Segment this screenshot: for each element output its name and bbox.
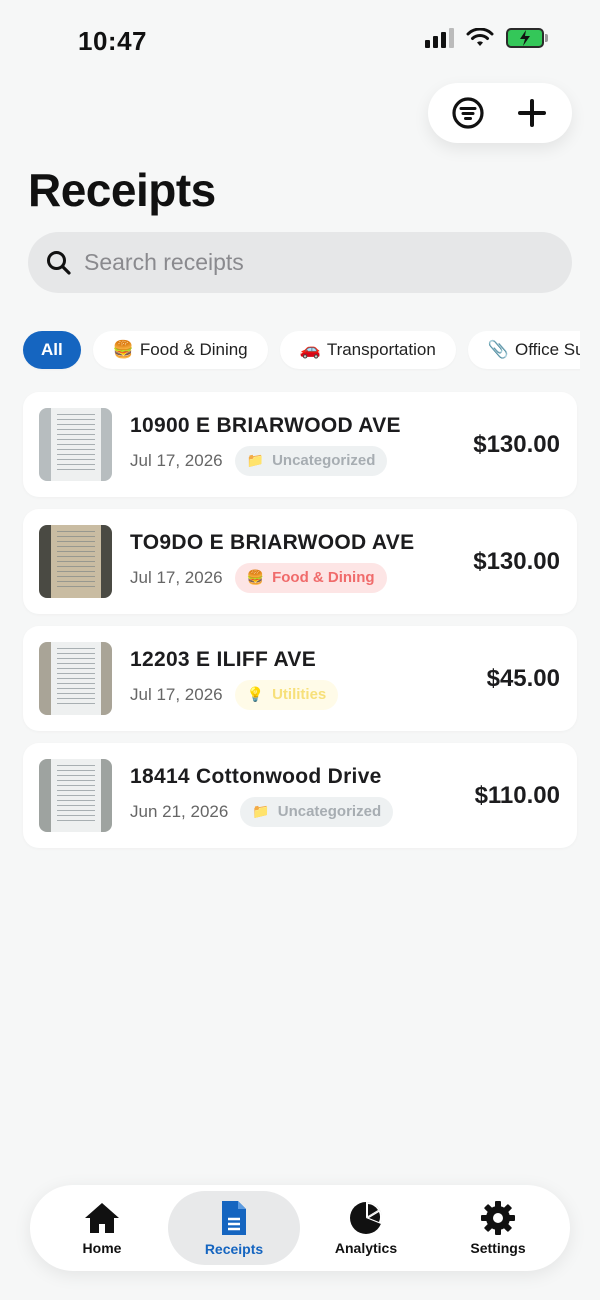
receipt-date: Jul 17, 2026 [130, 450, 223, 470]
tab-home[interactable]: Home [36, 1191, 168, 1265]
burger-icon: 🍔 [112, 340, 134, 359]
tab-label: Home [82, 1240, 122, 1256]
wifi-icon [466, 28, 494, 46]
category-filter-bar: All 🍔 Food & Dining 🚗 Transportation 📎 O… [0, 331, 580, 371]
filter-chip-transportation[interactable]: 🚗 Transportation [279, 331, 456, 369]
page-title: Receipts [28, 164, 216, 216]
receipt-list: 10900 E BRIARWOOD AVE Jul 17, 2026 📁 Unc… [23, 392, 577, 860]
filter-icon [452, 97, 484, 129]
category-label: Food & Dining [272, 569, 375, 586]
tab-label: Receipts [204, 1241, 264, 1257]
receipt-card[interactable]: 18414 Cottonwood Drive Jun 21, 2026 📁 Un… [23, 743, 577, 848]
top-actions [428, 83, 572, 143]
receipt-card[interactable]: 12203 E ILIFF AVE Jul 17, 2026 💡 Utiliti… [23, 626, 577, 731]
car-icon: 🚗 [299, 340, 321, 359]
search-bar[interactable] [28, 232, 572, 293]
category-badge: 📁 Uncategorized [240, 796, 394, 827]
category-badge: 📁 Uncategorized [234, 445, 388, 476]
receipt-amount: $130.00 [473, 547, 560, 575]
category-badge: 🍔 Food & Dining [234, 562, 387, 593]
chip-label: Office Supplies [514, 340, 580, 359]
receipt-card[interactable]: 10900 E BRIARWOOD AVE Jul 17, 2026 📁 Unc… [23, 392, 577, 497]
battery-icon [506, 28, 548, 48]
search-input[interactable] [84, 249, 524, 276]
filter-button[interactable] [443, 88, 493, 138]
receipt-thumbnail [39, 642, 112, 715]
chip-label: Transportation [326, 340, 436, 359]
status-time: 10:47 [78, 26, 147, 56]
status-icons [425, 28, 548, 48]
chip-label: All [41, 340, 63, 359]
receipt-thumbnail [39, 408, 112, 481]
folder-icon: 📁 [252, 803, 270, 819]
bottom-tab-bar: Home Receipts Analytics Settings [30, 1185, 570, 1271]
receipt-date: Jul 17, 2026 [130, 684, 223, 704]
cellular-signal-icon [425, 28, 454, 48]
home-icon [85, 1203, 119, 1233]
folder-icon: 📁 [246, 452, 265, 468]
tab-receipts[interactable]: Receipts [168, 1191, 300, 1265]
receipt-date: Jun 21, 2026 [130, 801, 229, 821]
tab-label: Settings [470, 1240, 526, 1256]
tab-analytics[interactable]: Analytics [300, 1191, 432, 1265]
receipt-date: Jul 17, 2026 [130, 567, 223, 587]
receipt-icon [222, 1201, 246, 1235]
filter-chip-food-dining[interactable]: 🍔 Food & Dining [92, 331, 268, 369]
receipt-amount: $110.00 [474, 781, 560, 809]
category-label: Uncategorized [277, 803, 382, 820]
category-label: Uncategorized [272, 452, 376, 469]
filter-chip-all[interactable]: All [23, 331, 81, 369]
receipt-thumbnail [39, 759, 112, 832]
receipt-thumbnail [39, 525, 112, 598]
chip-label: Food & Dining [139, 340, 248, 359]
receipt-amount: $45.00 [486, 664, 560, 692]
burger-icon: 🍔 [246, 569, 265, 585]
receipt-card[interactable]: TO9DO E BRIARWOOD AVE Jul 17, 2026 🍔 Foo… [23, 509, 577, 614]
status-bar: 10:47 [0, 0, 600, 80]
plus-icon [518, 99, 546, 127]
pie-chart-icon [350, 1201, 383, 1234]
gear-icon [481, 1201, 515, 1235]
lightbulb-icon: 💡 [246, 686, 265, 702]
category-badge: 💡 Utilities [234, 679, 339, 710]
paperclip-icon: 📎 [487, 340, 509, 359]
filter-chip-office-supplies[interactable]: 📎 Office Supplies [467, 331, 580, 369]
search-icon [47, 250, 71, 275]
tab-settings[interactable]: Settings [432, 1191, 564, 1265]
add-receipt-button[interactable] [507, 88, 557, 138]
receipt-amount: $130.00 [473, 430, 560, 458]
category-label: Utilities [272, 686, 327, 703]
tab-label: Analytics [334, 1240, 398, 1256]
